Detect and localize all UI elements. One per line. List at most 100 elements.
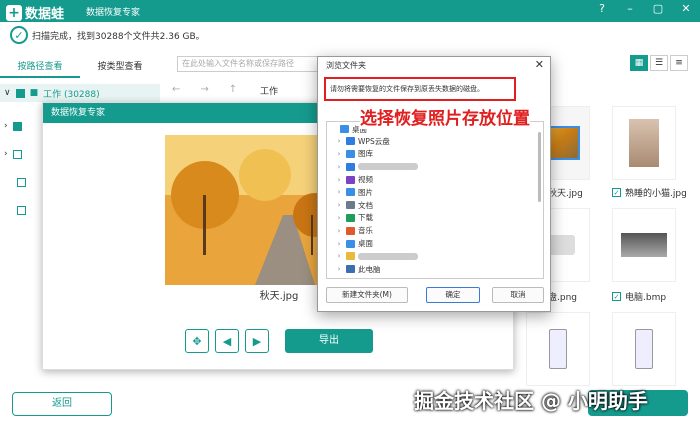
dialog-title: 浏览文件夹 — [326, 61, 366, 70]
chevron-right-icon[interactable]: › — [335, 240, 343, 248]
app-logo: + 数据蛙 — [6, 3, 64, 22]
minimize-button[interactable]: – — [622, 2, 638, 15]
phone-thumb-image — [549, 329, 567, 369]
new-folder-button[interactable]: 新建文件夹(M) — [326, 287, 408, 303]
chevron-right-icon[interactable]: › — [335, 176, 343, 184]
folder-item[interactable]: › 下载 — [327, 212, 543, 225]
thumbnail-phone[interactable] — [526, 312, 590, 386]
gallery-icon — [346, 149, 355, 158]
tree-checkbox[interactable] — [17, 177, 26, 187]
thumb-checkbox[interactable]: ✓ — [612, 188, 621, 197]
thumbnail-phone[interactable] — [612, 312, 676, 386]
back-button[interactable]: 返回 — [12, 392, 112, 416]
tree-checkbox[interactable] — [12, 149, 22, 159]
tree-checkbox[interactable] — [15, 88, 25, 98]
chevron-right-icon[interactable]: › — [335, 227, 343, 235]
watermark: 掘金技术社区 @ 小明助手 — [414, 389, 648, 413]
thumb-checkbox[interactable]: ✓ — [612, 292, 621, 301]
previous-icon[interactable]: ◀ — [215, 329, 239, 353]
folder-label: 图库 — [358, 149, 373, 159]
tree-item-root[interactable]: ∨ ■ 工作 (30288) — [0, 84, 160, 102]
ok-button[interactable]: 确定 — [426, 287, 480, 303]
cancel-button[interactable]: 取消 — [492, 287, 544, 303]
tree-checkbox[interactable] — [17, 205, 26, 215]
fit-view-icon[interactable]: ✥ — [185, 329, 209, 353]
thumb-caption: 盘.png — [548, 293, 577, 303]
tree-root-label: 工作 (30288) — [43, 89, 100, 100]
folder-item[interactable]: › 文档 — [327, 199, 543, 212]
browse-folder-dialog: 浏览文件夹 ✕ 请勿将需要恢复的文件保存到原丢失数据的磁盘。 桌面 › WPS云盘 ›… — [317, 56, 551, 312]
onedrive-icon — [346, 162, 355, 171]
close-button[interactable]: ✕ — [678, 2, 694, 15]
folder-item[interactable]: › WPS云盘 — [327, 135, 543, 148]
logo-text: 数据蛙 — [25, 7, 65, 22]
folder-item[interactable]: › 桌面 — [327, 237, 543, 250]
music-icon — [346, 226, 355, 235]
grid-view-icon[interactable]: ▦ — [630, 55, 648, 71]
chevron-right-icon[interactable]: › — [335, 163, 343, 171]
chevron-right-icon[interactable]: › — [335, 188, 343, 196]
chevron-right-icon[interactable]: › — [4, 121, 8, 131]
phone-thumb-image — [635, 329, 653, 369]
view-mode-buttons: ▦ ☰ ≡ — [630, 55, 688, 71]
folder-item[interactable]: › — [327, 160, 543, 173]
view-tabs: 按路径查看 按类型查看 — [0, 58, 160, 78]
folder-item[interactable]: › 音乐 — [327, 224, 543, 237]
tab-by-path[interactable]: 按路径查看 — [0, 58, 80, 78]
detail-view-icon[interactable]: ≡ — [670, 55, 688, 71]
chevron-right-icon[interactable]: › — [335, 214, 343, 222]
nav-buttons: ← → ↑ — [172, 84, 237, 95]
chevron-right-icon[interactable]: › — [4, 149, 8, 159]
chevron-down-icon[interactable]: ∨ — [4, 88, 11, 98]
folder-label: 音乐 — [358, 226, 373, 236]
maximize-button[interactable]: ▢ — [650, 2, 666, 15]
logo-plus-icon: + — [6, 4, 22, 21]
folder-icon — [346, 252, 355, 261]
cat-thumb-image — [629, 119, 659, 167]
help-icon[interactable]: ? — [594, 2, 610, 15]
export-button[interactable]: 导出 — [285, 329, 373, 353]
folder-label: 文档 — [358, 200, 373, 210]
list-view-icon[interactable]: ☰ — [650, 55, 668, 71]
document-icon — [346, 201, 355, 210]
annotation-text: 选择恢复照片存放位置 — [360, 104, 530, 129]
folder-item[interactable]: › 视频 — [327, 173, 543, 186]
chevron-right-icon[interactable]: › — [335, 137, 343, 145]
chevron-right-icon[interactable]: › — [335, 265, 343, 273]
check-circle-icon: ✓ — [10, 26, 28, 44]
computer-icon — [346, 265, 355, 274]
back-arrow-icon[interactable]: ← — [172, 84, 180, 95]
folder-label: 此电脑 — [358, 264, 381, 274]
video-icon — [346, 175, 355, 184]
scrollbar[interactable] — [538, 132, 541, 202]
folder-label: 视频 — [358, 175, 373, 185]
folder-list[interactable]: 桌面 › WPS云盘 › 图库 › › 视频 › 图片 › 文档 › 下载 › 音乐 › 桌面 › › 此电脑 — [326, 121, 544, 279]
title-bar: + 数据蛙 数据恢复专家 ? – ▢ ✕ — [0, 0, 700, 22]
up-arrow-icon[interactable]: ↑ — [229, 84, 237, 95]
thumb-caption: ✓ 熟睡的小猫.jpg — [612, 188, 687, 199]
dialog-close-icon[interactable]: ✕ — [535, 58, 544, 71]
next-icon[interactable]: ▶ — [245, 329, 269, 353]
computer-thumb-image — [621, 233, 667, 257]
folder-item[interactable]: › — [327, 250, 543, 263]
folder-label: 下载 — [358, 213, 373, 223]
folder-item[interactable]: › 此电脑 — [327, 263, 543, 276]
folder-item[interactable]: › 图片 — [327, 186, 543, 199]
folder-label: 桌面 — [358, 239, 373, 249]
blurred-label — [358, 163, 418, 171]
forward-arrow-icon[interactable]: → — [200, 84, 208, 95]
search-input[interactable]: 在此处输入文件名称或保存路径 — [177, 56, 337, 72]
current-path: 工作 — [260, 87, 279, 97]
cloud-icon — [346, 137, 355, 146]
tab-by-type[interactable]: 按类型查看 — [80, 58, 160, 78]
chevron-right-icon[interactable]: › — [335, 150, 343, 158]
thumbnail-cat[interactable] — [612, 106, 676, 180]
folder-item[interactable]: › 图库 — [327, 148, 543, 161]
blurred-label — [358, 252, 418, 260]
folder-label: 图片 — [358, 187, 373, 197]
chevron-right-icon[interactable]: › — [335, 201, 343, 209]
thumbnail-computer[interactable] — [612, 208, 676, 282]
chevron-right-icon[interactable]: › — [335, 252, 343, 260]
download-icon — [346, 213, 355, 222]
tree-checkbox[interactable] — [12, 121, 22, 131]
